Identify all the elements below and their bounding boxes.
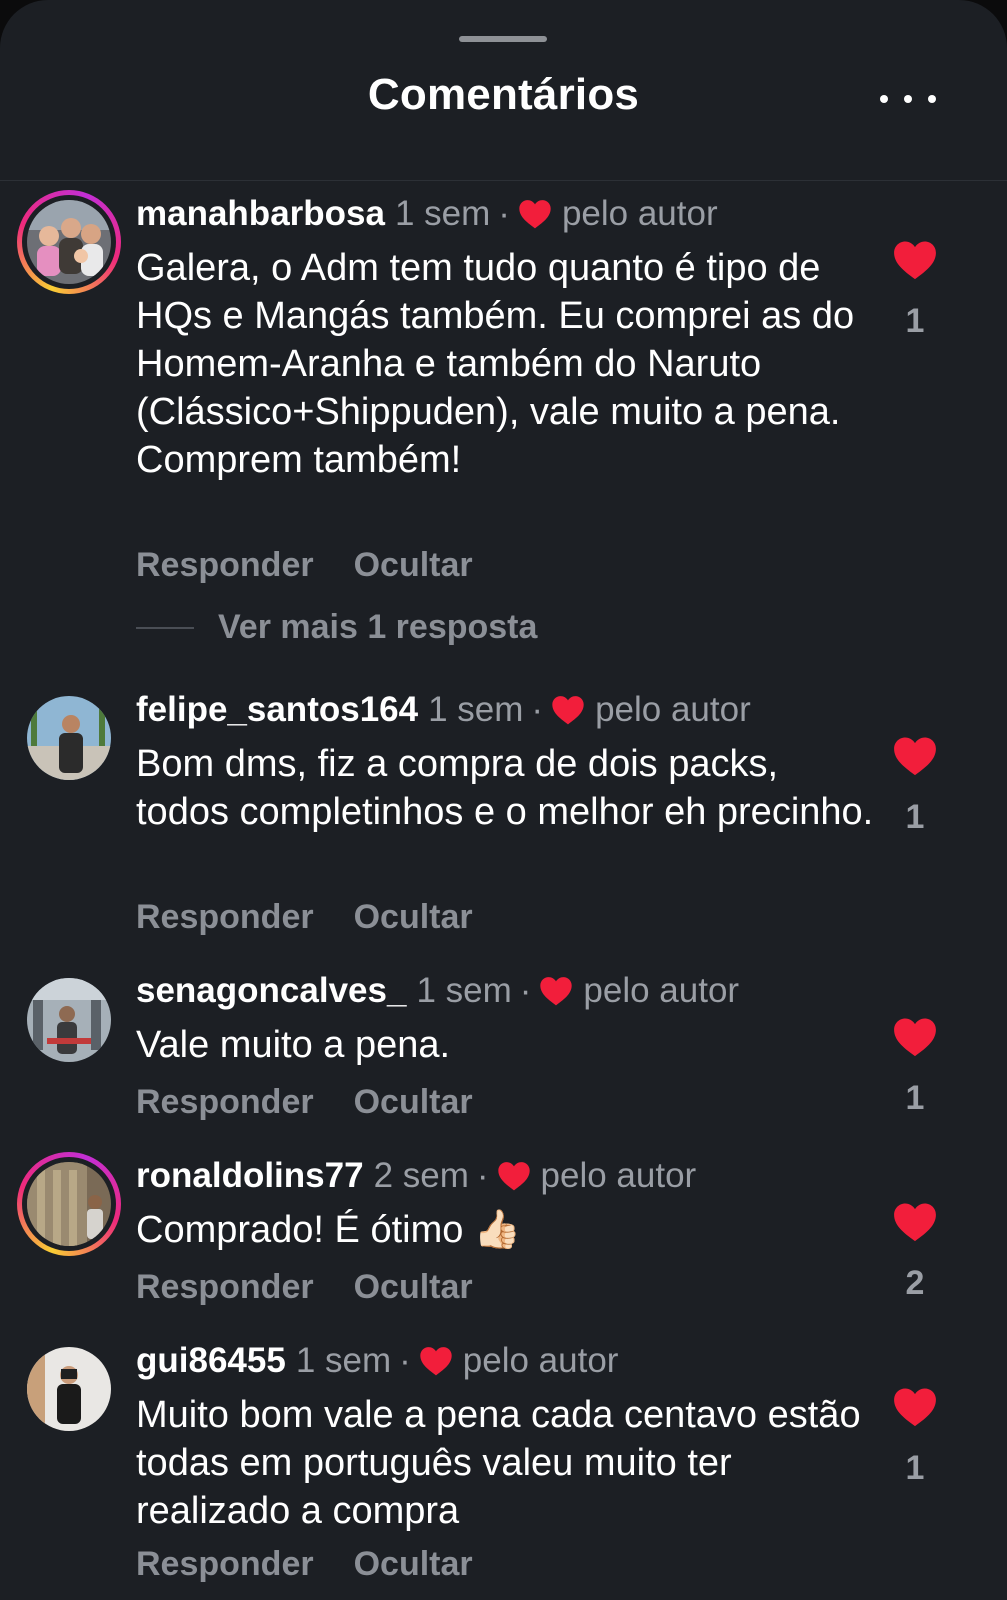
comment-username[interactable]: manahbarbosa: [136, 194, 385, 234]
comment-username[interactable]: gui86455: [136, 1341, 286, 1381]
liked-by-author-label: pelo autor: [540, 1156, 697, 1195]
reply-button[interactable]: Responder: [136, 1083, 314, 1121]
comment-meta: manahbarbosa 1 sem · pelo autor: [136, 194, 718, 234]
avatar[interactable]: [17, 190, 121, 294]
avatar-image: [27, 1162, 111, 1246]
heart-icon: [497, 1161, 531, 1191]
like-heart-icon[interactable]: [893, 1202, 937, 1242]
reply-button[interactable]: Responder: [136, 898, 314, 936]
reply-button[interactable]: Responder: [136, 546, 314, 584]
comment-text: Muito bom vale a pena cada centavo estão…: [136, 1394, 861, 1532]
like-count: 1: [905, 1449, 925, 1487]
comment-actions: Responder Ocultar: [136, 546, 473, 585]
more-dot: [904, 95, 912, 103]
comment-meta: felipe_santos164 1 sem · pelo autor: [136, 690, 751, 730]
more-dot: [880, 95, 888, 103]
hide-button[interactable]: Ocultar: [354, 1545, 473, 1583]
separator-dot: ·: [531, 690, 544, 729]
reply-button[interactable]: Responder: [136, 1268, 314, 1306]
avatar[interactable]: [17, 1337, 121, 1441]
comment-meta: gui86455 1 sem · pelo autor: [136, 1341, 618, 1381]
hide-button[interactable]: Ocultar: [354, 1268, 473, 1306]
comment-text: Comprado! É ótimo 👍🏻: [136, 1209, 522, 1251]
separator-dot: ·: [476, 1156, 489, 1195]
comment-actions: Responder Ocultar: [136, 1083, 473, 1122]
view-more-replies-label: Ver mais 1 resposta: [218, 608, 538, 646]
comment-meta: ronaldolins77 2 sem · pelo autor: [136, 1156, 696, 1196]
avatar-image: [27, 696, 111, 780]
comment-time: 1 sem: [394, 194, 491, 233]
comment-meta: senagoncalves_ 1 sem · pelo autor: [136, 971, 739, 1011]
avatar[interactable]: [17, 968, 121, 1072]
liked-by-author-label: pelo autor: [595, 690, 751, 729]
like-count: 1: [905, 798, 925, 836]
separator-dot: ·: [498, 194, 510, 233]
header-divider: [0, 180, 1007, 181]
liked-by-author-label: pelo autor: [583, 971, 740, 1010]
comment-text: Bom dms, fiz a compra de dois packs, tod…: [136, 743, 874, 833]
avatar[interactable]: [17, 686, 121, 790]
hide-button[interactable]: Ocultar: [354, 546, 473, 584]
like-heart-icon[interactable]: [893, 1017, 937, 1057]
avatar[interactable]: [17, 1152, 121, 1256]
liked-by-author-label: pelo autor: [462, 1341, 619, 1380]
comment-actions: Responder Ocultar: [136, 898, 473, 937]
heart-icon: [539, 976, 573, 1006]
comment-username[interactable]: senagoncalves_: [136, 971, 406, 1011]
like-count: 1: [905, 1079, 925, 1117]
comment-actions: Responder Ocultar: [136, 1545, 473, 1584]
more-horizontal-icon[interactable]: [880, 84, 936, 114]
like-heart-icon[interactable]: [893, 240, 937, 280]
heart-icon: [518, 199, 552, 229]
comment-text: Galera, o Adm tem tudo quanto é tipo de …: [136, 247, 855, 481]
comments-sheet: Comentários manahbarbosa 1 sem · pelo au…: [0, 0, 1007, 1600]
comment-time: 1 sem: [428, 690, 524, 729]
separator-dot: ·: [399, 1341, 411, 1380]
reply-button[interactable]: Responder: [136, 1545, 314, 1583]
avatar-image: [27, 200, 111, 284]
sheet-grabber[interactable]: [459, 36, 547, 42]
comment-text: Vale muito a pena.: [136, 1024, 451, 1066]
more-dot: [928, 95, 936, 103]
comment-time: 1 sem: [295, 1341, 392, 1380]
like-count: 1: [905, 302, 925, 340]
comment-time: 2 sem: [373, 1156, 469, 1195]
comment-username[interactable]: ronaldolins77: [136, 1156, 364, 1196]
heart-icon: [419, 1346, 453, 1376]
like-heart-icon[interactable]: [893, 736, 937, 776]
liked-by-author-label: pelo autor: [561, 194, 718, 233]
comment-actions: Responder Ocultar: [136, 1268, 473, 1307]
page-title: Comentários: [367, 70, 640, 119]
like-count: 2: [905, 1264, 925, 1302]
hide-button[interactable]: Ocultar: [354, 898, 473, 936]
comment-time: 1 sem: [416, 971, 512, 1010]
heart-icon: [551, 695, 585, 725]
replies-line: [136, 626, 194, 629]
hide-button[interactable]: Ocultar: [354, 1083, 473, 1121]
comment-username[interactable]: felipe_santos164: [136, 690, 418, 730]
separator-dot: ·: [519, 971, 532, 1010]
avatar-image: [27, 1347, 111, 1431]
avatar-image: [27, 978, 111, 1062]
view-more-replies-button[interactable]: Ver mais 1 resposta: [136, 608, 537, 647]
like-heart-icon[interactable]: [893, 1387, 937, 1427]
